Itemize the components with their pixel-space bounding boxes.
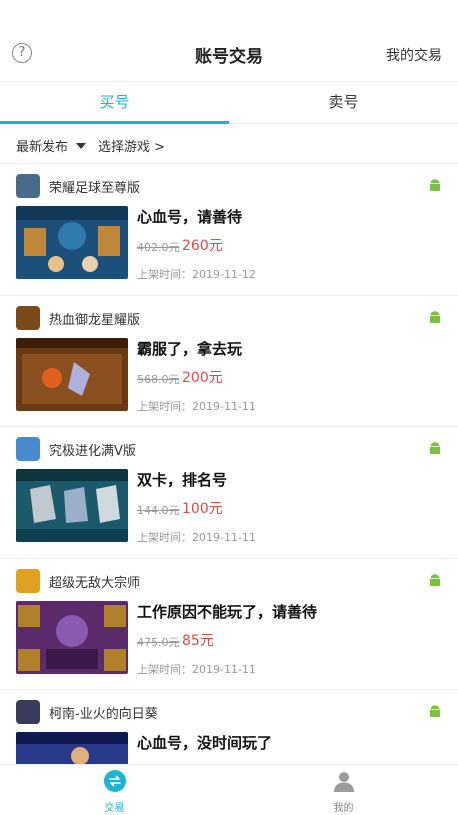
my-trades-link[interactable]: 我的交易	[386, 45, 442, 65]
sale-price: 100元	[182, 501, 223, 518]
android-icon	[430, 179, 440, 191]
filter-bar: 最新发布 选择游戏 >	[0, 124, 458, 164]
listed-time: 上架时间：2019-11-11	[137, 662, 256, 676]
sale-price: 85元	[182, 632, 214, 649]
game-name: 柯南-业火的向日葵	[49, 707, 158, 723]
listing-item[interactable]: 柯南-业火的向日葵 心血号，没时间玩了	[0, 690, 458, 764]
nav-label: 我的	[333, 803, 354, 814]
listing-title: 霸服了，拿去玩	[137, 339, 243, 358]
original-price: 144.0元	[137, 504, 180, 518]
listing-list: 荣耀足球至尊版 心血号，请善待 402.0元 260元 上架时间：2019-11…	[0, 164, 458, 764]
trade-icon	[104, 770, 126, 792]
listing-title: 工作原因不能玩了，请善待	[137, 602, 318, 621]
android-icon	[430, 310, 440, 323]
nav-mine[interactable]: 我的	[229, 765, 458, 815]
android-icon	[430, 574, 440, 586]
game-icon	[16, 700, 40, 725]
game-icon	[16, 305, 40, 330]
user-icon	[334, 772, 354, 792]
original-price: 402.0元	[137, 241, 180, 254]
thumbnail-image	[16, 206, 128, 279]
sort-label: 最新发布	[16, 140, 69, 155]
original-price: 568.0元	[137, 372, 180, 386]
listing-item[interactable]: 荣耀足球至尊版 心血号，请善待 402.0元 260元 上架时间：2019-11…	[0, 164, 458, 296]
game-name: 荣耀足球至尊版	[49, 181, 141, 196]
nav-label: 交易	[104, 803, 125, 814]
listing-item[interactable]: 究极进化满V版 双卡，排名号 144.0元 100元 上架时间：2019-11-…	[0, 427, 458, 559]
tab-buy[interactable]: 买号	[0, 82, 229, 124]
game-name: 究极进化满V版	[49, 444, 136, 460]
bottom-nav: 交易 我的	[0, 764, 458, 815]
android-icon	[430, 705, 440, 718]
game-name: 热血御龙星耀版	[49, 312, 141, 328]
listed-time: 上架时间：2019-11-12	[137, 268, 256, 281]
sale-price: 200元	[182, 369, 223, 386]
sale-price: 260元	[182, 238, 223, 254]
listed-time: 上架时间：2019-11-11	[137, 531, 256, 545]
game-name: 超级无敌大宗师	[49, 575, 141, 591]
game-icon	[16, 174, 40, 198]
thumbnail-image	[16, 732, 128, 764]
game-icon	[16, 568, 40, 593]
android-icon	[430, 442, 440, 455]
listed-time: 上架时间：2019-11-11	[137, 399, 256, 413]
trade-tabs: 买号 卖号	[0, 82, 458, 124]
caret-down-icon	[76, 143, 87, 149]
original-price: 475.0元	[137, 635, 180, 649]
tab-sell[interactable]: 卖号	[229, 82, 458, 124]
thumbnail-image	[16, 600, 128, 674]
listing-title: 心血号，没时间玩了	[137, 734, 273, 753]
game-icon	[16, 437, 40, 462]
listing-item[interactable]: 热血御龙星耀版 霸服了，拿去玩 568.0元 200元 上架时间：2019-11…	[0, 296, 458, 428]
app-header: ? 账号交易 我的交易	[0, 0, 458, 82]
thumbnail-image	[16, 337, 128, 411]
listing-title: 心血号，请善待	[137, 208, 243, 226]
sort-dropdown[interactable]: 最新发布	[16, 136, 87, 155]
thumbnail-image	[16, 469, 128, 543]
listing-title: 双卡，排名号	[137, 471, 228, 490]
nav-trade[interactable]: 交易	[0, 765, 229, 815]
select-game-button[interactable]: 选择游戏 >	[98, 136, 165, 155]
listing-item[interactable]: 超级无敌大宗师 工作原因不能玩了，请善待 475.0元 85元 上架时间：201…	[0, 559, 458, 691]
